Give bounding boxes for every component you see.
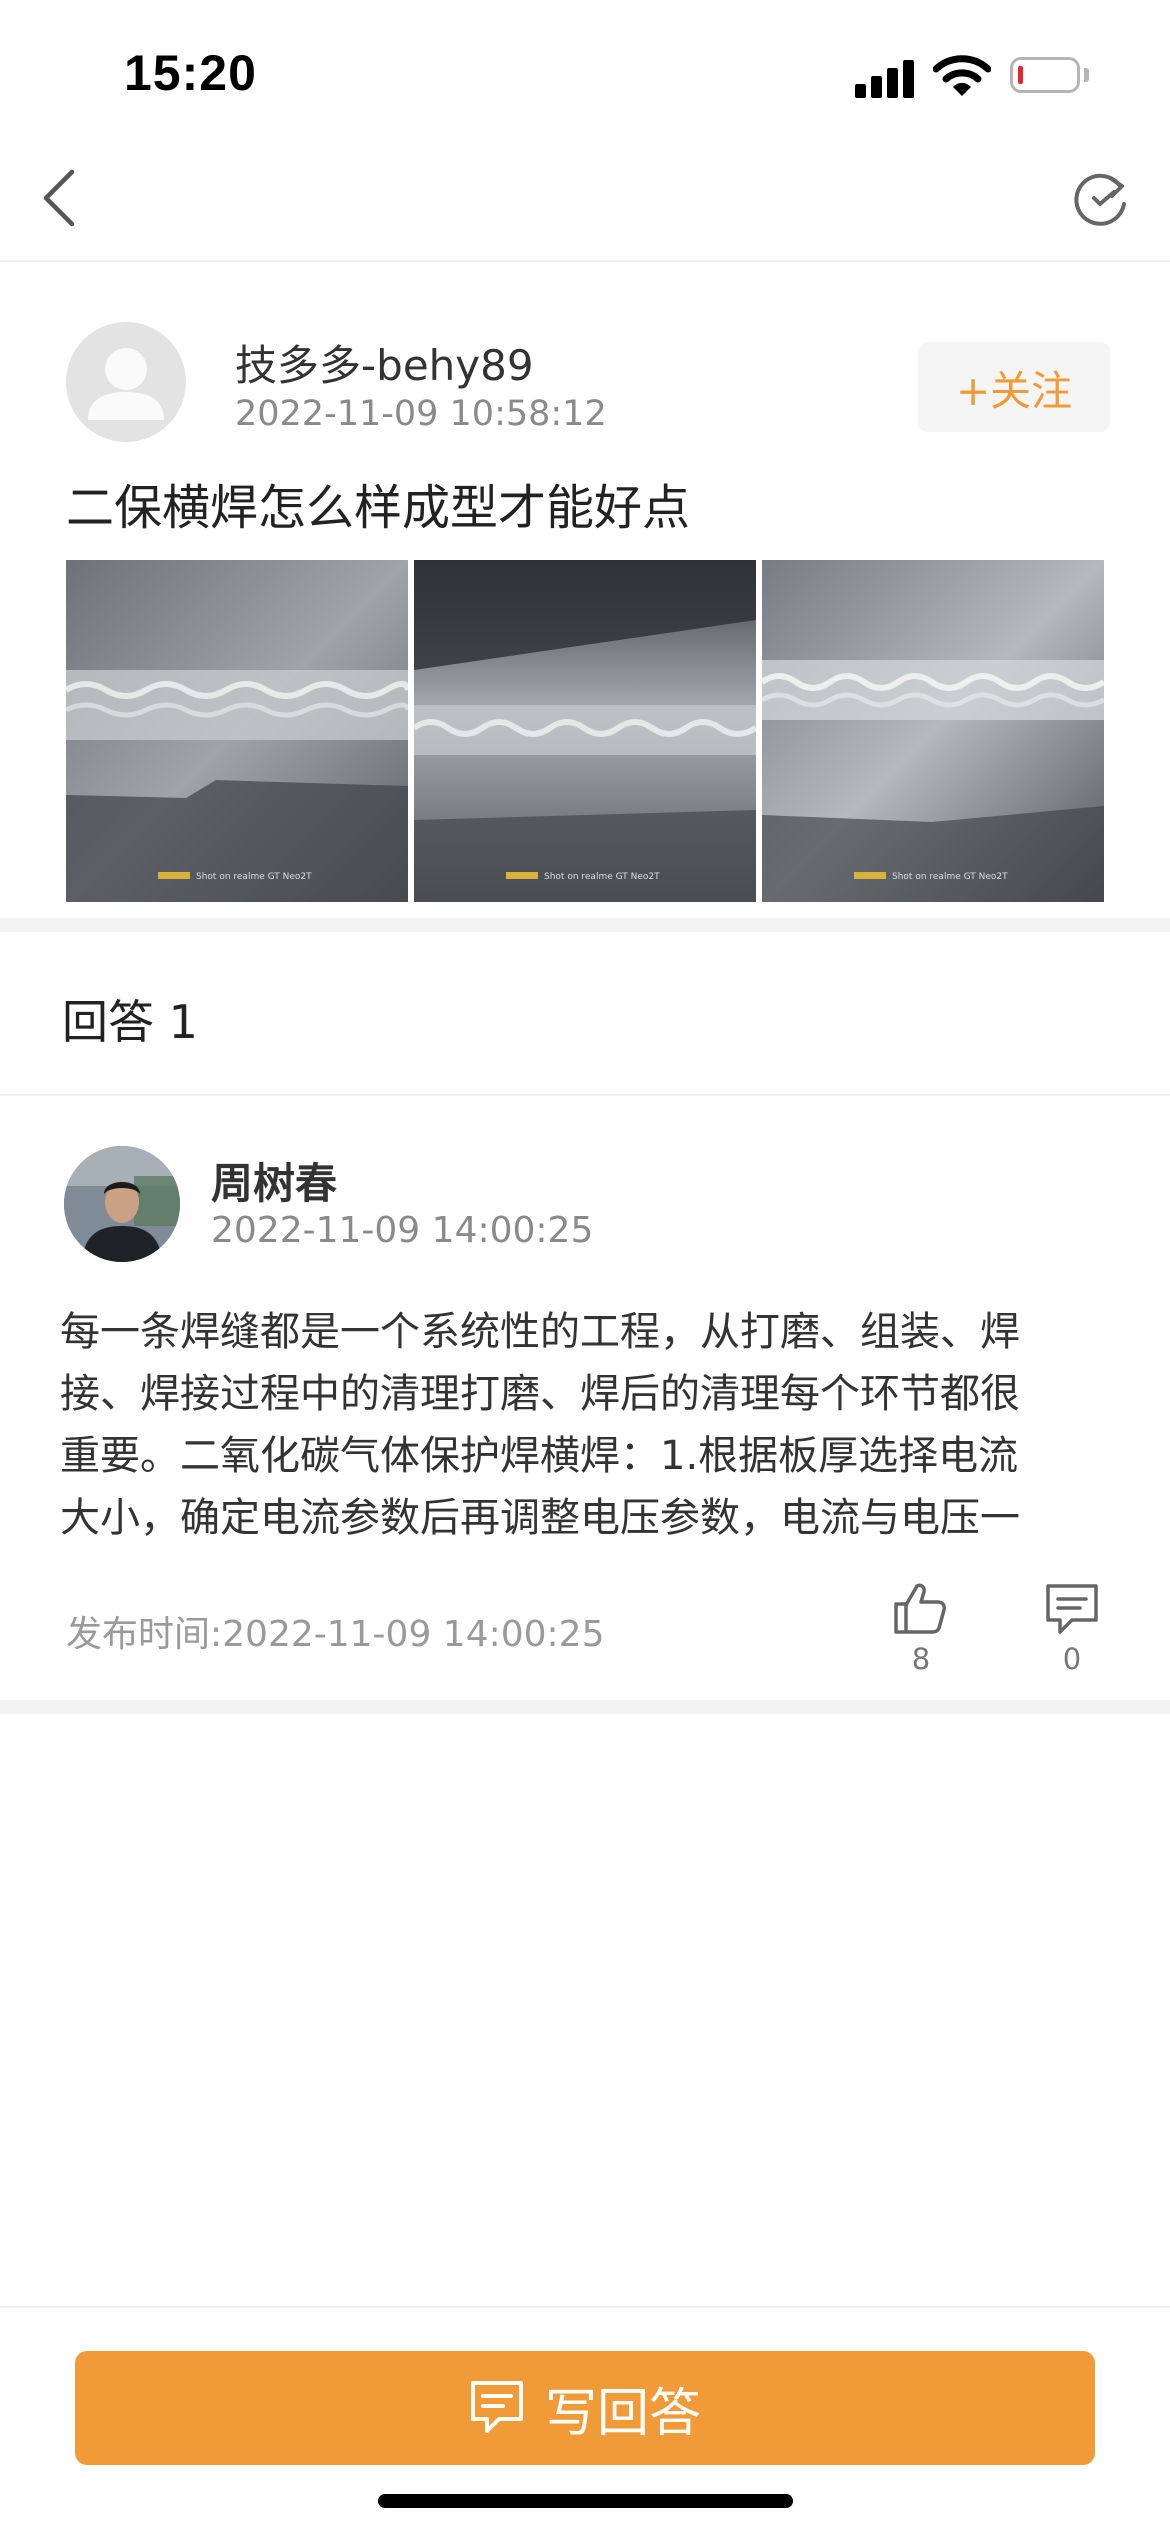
question-author-avatar[interactable] [66, 322, 186, 442]
like-button[interactable] [890, 1578, 950, 1638]
photo-watermark: Shot on realme GT Neo2T [544, 872, 660, 882]
refresh-button[interactable] [1070, 168, 1132, 230]
comment-icon [1046, 1584, 1098, 1634]
section-separator [0, 1700, 1170, 1714]
cellular-signal-icon [855, 58, 915, 98]
chevron-left-icon [43, 169, 75, 227]
question-photo-1[interactable]: Shot on realme GT Neo2T [66, 560, 408, 902]
wifi-icon [932, 54, 992, 98]
question-photo-3[interactable]: Shot on realme GT Neo2T [762, 560, 1104, 902]
write-answer-button[interactable]: 写回答 [75, 2351, 1095, 2465]
battery-tip [1084, 68, 1089, 82]
answer-author-avatar[interactable] [64, 1146, 180, 1262]
question-timestamp: 2022-11-09 10:58:12 [235, 394, 607, 434]
answers-count-header: 回答 1 [62, 995, 198, 1049]
battery-low-icon [1010, 57, 1080, 93]
back-button[interactable] [38, 166, 84, 230]
section-separator [0, 918, 1170, 932]
refresh-icon [1074, 173, 1126, 226]
photo-watermark: Shot on realme GT Neo2T [196, 872, 312, 882]
comment-button[interactable] [1042, 1580, 1102, 1638]
question-photo-2[interactable]: Shot on realme GT Neo2T [414, 560, 756, 902]
follow-button[interactable]: +关注 [918, 342, 1110, 432]
answer-body[interactable]: 每一条焊缝都是一个系统性的工程，从打磨、组装、焊 接、焊接过程中的清理打磨、焊后… [60, 1301, 1120, 1547]
answer-text-line: 大小，确定电流参数后再调整电压参数，电流与电压一 [60, 1495, 1020, 1541]
question-author-name[interactable]: 技多多-behy89 [235, 332, 534, 393]
answer-text-line: 每一条焊缝都是一个系统性的工程，从打磨、组装、焊 [60, 1309, 1020, 1355]
write-answer-label: 写回答 [544, 2383, 701, 2444]
nav-divider [0, 260, 1170, 262]
default-avatar-icon [88, 348, 164, 420]
comment-count: 0 [1062, 1642, 1082, 1676]
status-time: 15:20 [124, 45, 257, 101]
divider [0, 1094, 1170, 1096]
answer-text-line: 接、焊接过程中的清理打磨、焊后的清理每个环节都很 [60, 1371, 1020, 1417]
like-count: 8 [911, 1642, 931, 1676]
photo-watermark: Shot on realme GT Neo2T [892, 872, 1008, 882]
answer-text-line: 重要。二氧化碳气体保护焊横焊：1.根据板厚选择电流 [60, 1433, 1019, 1479]
bottom-divider [0, 2306, 1170, 2308]
answer-author-name[interactable]: 周树春 [211, 1150, 337, 1211]
question-title: 二保横焊怎么样成型才能好点 [66, 480, 691, 536]
home-indicator[interactable] [378, 2494, 793, 2508]
comment-edit-icon [470, 2381, 523, 2433]
answer-publish-time: 发布时间:2022-11-09 14:00:25 [66, 1614, 605, 1655]
thumbs-up-icon [894, 1583, 946, 1634]
answer-timestamp: 2022-11-09 14:00:25 [211, 1210, 594, 1251]
